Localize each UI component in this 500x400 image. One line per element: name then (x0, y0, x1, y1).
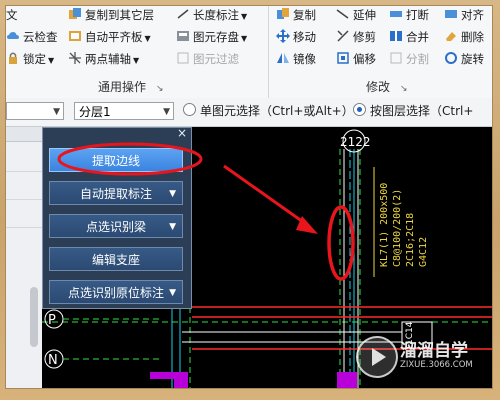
beam-text: 2C16;2C18 (405, 213, 416, 267)
left-panel (6, 127, 43, 388)
watermark: 溜溜自学 ZIXUE.3066.COM (356, 334, 484, 378)
scrollbar-thumb[interactable] (30, 287, 38, 347)
beam-extract-panel: × 提取边线 自动提取标注 ▼ 点选识别梁 ▼ 编辑支座 点选识别原位标注 ▼ (42, 126, 192, 309)
pick-identify-in-situ-label-button[interactable]: 点选识别原位标注 ▼ (49, 280, 183, 304)
break-button[interactable]: 打断 (389, 6, 429, 24)
list-item[interactable] (6, 213, 42, 228)
dialog-launcher-icon[interactable]: ↘ (156, 84, 164, 94)
chevron-down-icon[interactable]: ▼ (169, 182, 176, 206)
chevron-down-icon: ▼ (48, 56, 55, 65)
auto-extract-label-button[interactable]: 自动提取标注 ▼ (49, 181, 183, 205)
group-label-general: 通用操作 ↘ (98, 80, 164, 94)
lock-button[interactable]: 锁定 ▼ (6, 50, 54, 68)
list-item[interactable] (6, 185, 42, 200)
mirror-icon (276, 51, 290, 65)
merge-icon (389, 29, 403, 43)
axis-label: N (48, 353, 58, 368)
axis-label: 2122 (340, 135, 371, 149)
ribbon-item-text[interactable]: 文 (6, 6, 18, 24)
copy-to-other-layer-button[interactable]: 复制到其它层 (68, 6, 154, 24)
single-select-radio[interactable] (183, 103, 196, 116)
dialog-launcher-icon[interactable]: ↘ (400, 84, 408, 94)
single-select-label: 单图元选择（Ctrl+或Alt+） (200, 104, 354, 118)
axis-icon (68, 51, 82, 65)
lock-icon (6, 51, 20, 65)
chevron-down-icon: ▼ (53, 107, 60, 117)
close-icon[interactable]: × (177, 126, 187, 140)
group-label-modify: 修改 ↘ (366, 80, 408, 94)
auto-flush-slab-button[interactable]: 自动平齐板 ▼ (68, 28, 151, 46)
pick-identify-beam-button[interactable]: 点选识别梁 ▼ (49, 214, 183, 238)
extract-edge-button[interactable]: 提取边线 (49, 148, 183, 172)
extend-button[interactable]: 延伸 (336, 6, 376, 24)
merge-button[interactable]: 合并 (389, 28, 429, 46)
split-icon (389, 51, 403, 65)
chevron-down-icon[interactable]: ▼ (169, 215, 176, 239)
extend-icon (336, 7, 350, 21)
filter-icon (176, 51, 190, 65)
save-element-icon (176, 29, 190, 43)
mirror-button[interactable]: 镜像 (276, 50, 316, 68)
move-button[interactable]: 移动 (276, 28, 316, 46)
watermark-brand: 溜溜自学 (400, 341, 468, 361)
break-icon (389, 7, 403, 21)
beam-text: C8@100/200(2) (392, 189, 403, 267)
play-logo-icon (356, 336, 398, 378)
length-dimension-button[interactable]: 长度标注 ▼ (176, 6, 247, 24)
align-icon (444, 7, 458, 21)
slab-icon (68, 29, 82, 43)
two-point-axis-button[interactable]: 两点辅轴 ▼ (68, 50, 139, 68)
delete-button[interactable]: 删除 (444, 28, 484, 46)
edit-support-button[interactable]: 编辑支座 (49, 247, 183, 271)
eraser-icon (444, 29, 458, 43)
selection-toolbar: ▼ 分层1 ▼ 单图元选择（Ctrl+或Alt+） 按图层选择（Ctrl+ (6, 98, 492, 127)
cloud-check-button[interactable]: 云检查 (6, 28, 58, 46)
chevron-down-icon: ▼ (144, 34, 151, 43)
ribbon: 文 云检查 锁定 ▼ 复制到其它层 自动平齐板 ▼ 两点辅轴 ▼ 长度标注 ▼ 图元存盘… (6, 6, 492, 99)
element-filter-button[interactable]: 图元过滤 (176, 50, 239, 68)
rotate-icon (444, 51, 458, 65)
chevron-down-icon: ▼ (133, 56, 140, 65)
layer-combo-value: 分层1 (79, 105, 111, 119)
watermark-url: ZIXUE.3066.COM (400, 360, 473, 370)
align-button[interactable]: 对齐 (444, 6, 484, 24)
chevron-down-icon: ▼ (241, 34, 248, 43)
copy-layer-icon (68, 7, 82, 21)
copy-icon (276, 7, 290, 21)
trim-button[interactable]: 修剪 (336, 28, 376, 46)
copy-button[interactable]: 复制 (276, 6, 316, 24)
cloud-check-icon (6, 29, 20, 43)
floor-combo[interactable]: ▼ (6, 102, 64, 120)
chevron-down-icon[interactable]: ▼ (169, 281, 176, 305)
move-icon (276, 29, 290, 43)
column-section (150, 372, 188, 388)
rotate-button[interactable]: 旋转 (444, 50, 484, 68)
offset-icon (336, 51, 350, 65)
ribbon-separator (268, 6, 269, 98)
chevron-down-icon: ▼ (241, 12, 248, 21)
chevron-down-icon: ▼ (163, 107, 170, 117)
beam-annotation: KL7(1) 200x500 C8@100/200(2) 2C16;2C18 G… (379, 183, 429, 267)
beam-text: KL7(1) 200x500 (379, 183, 390, 267)
beam-text: G4C12 (418, 237, 429, 267)
column-section (337, 372, 357, 388)
left-panel-header (6, 127, 42, 142)
layer-select-label: 按图层选择（Ctrl+ (370, 104, 474, 118)
layer-select-radio[interactable] (353, 103, 366, 116)
split-button[interactable]: 分割 (389, 50, 429, 68)
list-item[interactable] (6, 157, 42, 172)
save-element-button[interactable]: 图元存盘 ▼ (176, 28, 247, 46)
offset-button[interactable]: 偏移 (336, 50, 376, 68)
axis-label: P (48, 313, 56, 328)
layer-combo[interactable]: 分层1 ▼ (74, 102, 174, 120)
trim-icon (336, 29, 350, 43)
app-window: 文 云检查 锁定 ▼ 复制到其它层 自动平齐板 ▼ 两点辅轴 ▼ 长度标注 ▼ 图元存盘… (6, 6, 492, 388)
dimension-icon (176, 7, 190, 21)
